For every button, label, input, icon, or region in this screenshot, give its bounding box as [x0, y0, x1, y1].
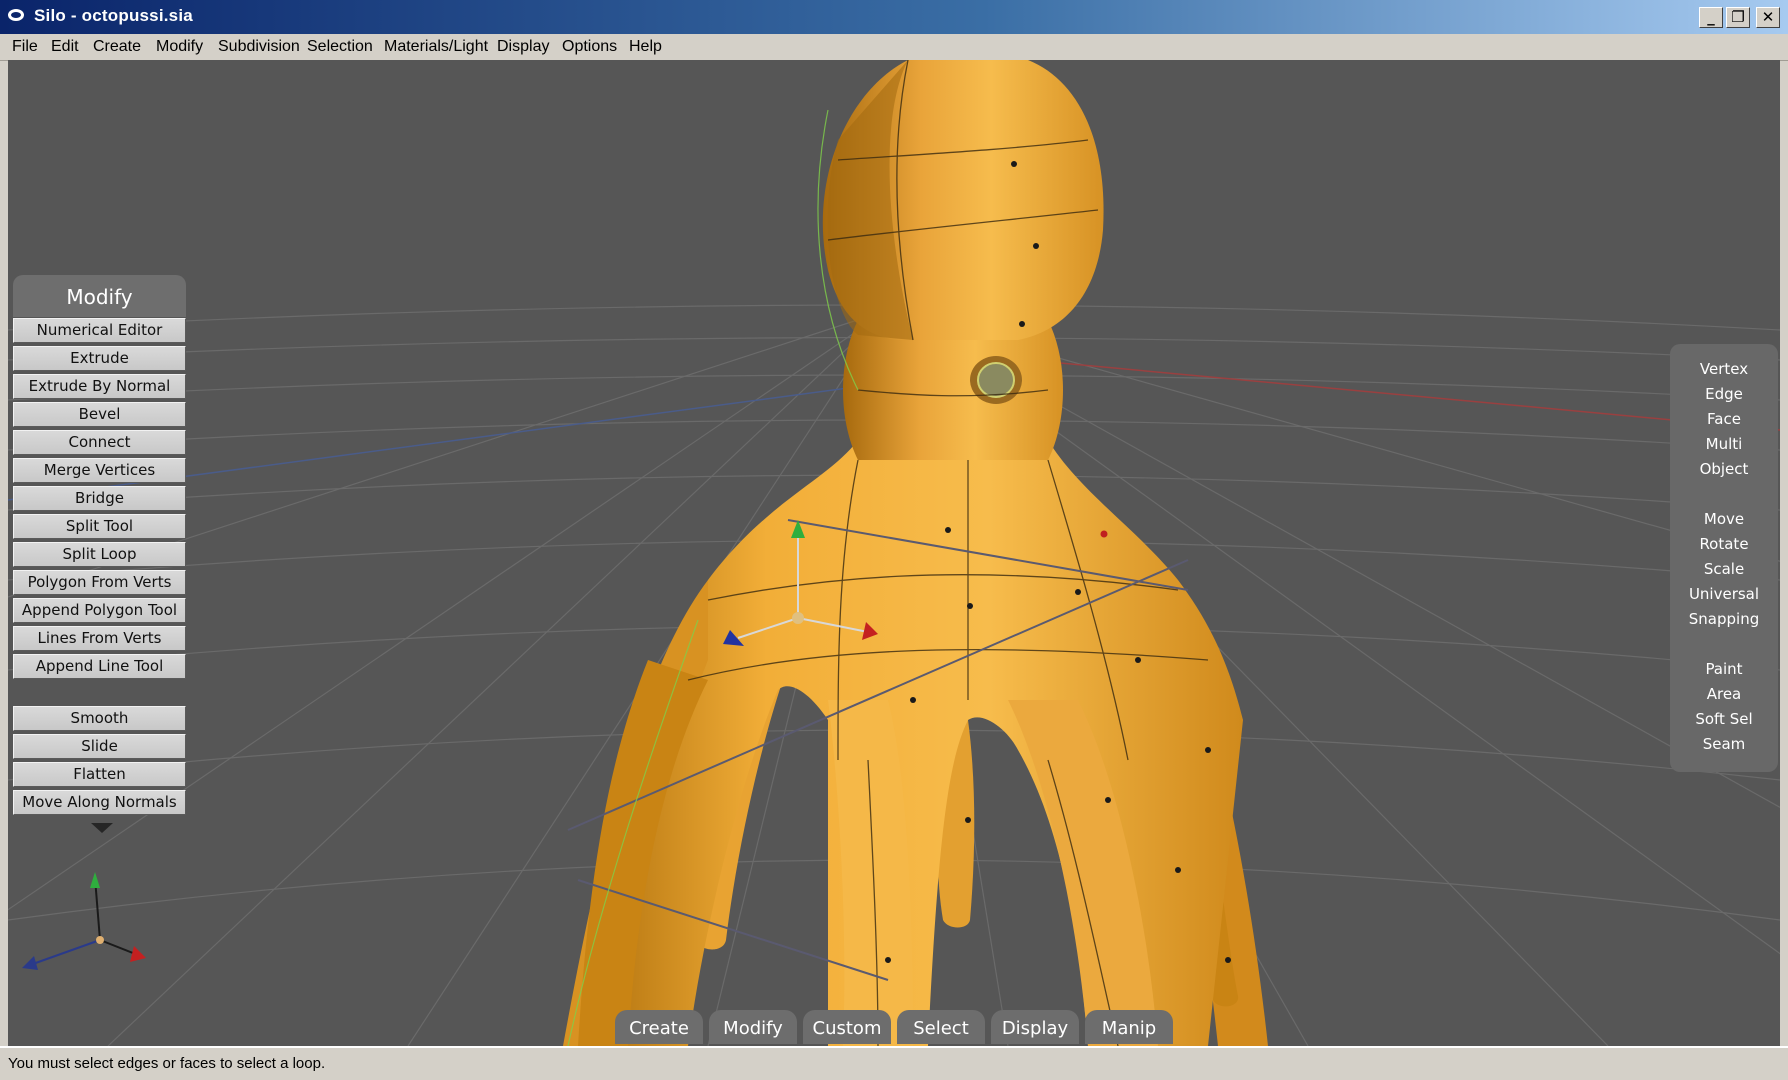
lines-from-verts-button[interactable]: Lines From Verts	[13, 626, 186, 651]
tab-modify[interactable]: Modify	[709, 1010, 797, 1044]
split-loop-button[interactable]: Split Loop	[13, 542, 186, 567]
paint-button[interactable]: Paint	[1670, 660, 1778, 678]
connect-button[interactable]: Connect	[13, 430, 186, 455]
snapping-button[interactable]: Snapping	[1670, 610, 1778, 628]
viewport-scene	[8, 60, 1780, 1046]
modify-panel: Modify Numerical Editor Extrude Extrude …	[13, 275, 186, 833]
window-title: Silo - octopussi.sia	[34, 6, 193, 25]
append-line-tool-button[interactable]: Append Line Tool	[13, 654, 186, 679]
menu-help[interactable]: Help	[629, 38, 662, 56]
selection-panel: Vertex Edge Face Multi Object Move Rotat…	[1670, 344, 1778, 772]
3d-viewport[interactable]	[8, 60, 1780, 1046]
flatten-button[interactable]: Flatten	[13, 762, 186, 787]
status-message: You must select edges or faces to select…	[8, 1055, 326, 1072]
move-button[interactable]: Move	[1670, 510, 1778, 528]
seam-button[interactable]: Seam	[1670, 735, 1778, 753]
edge-mode-button[interactable]: Edge	[1670, 385, 1778, 403]
face-mode-button[interactable]: Face	[1670, 410, 1778, 428]
menu-display[interactable]: Display	[497, 38, 549, 56]
merge-vertices-button[interactable]: Merge Vertices	[13, 458, 186, 483]
x-axis-line	[1027, 359, 1780, 431]
slide-button[interactable]: Slide	[13, 734, 186, 759]
split-tool-button[interactable]: Split Tool	[13, 514, 186, 539]
object-mode-button[interactable]: Object	[1670, 460, 1778, 478]
menu-edit[interactable]: Edit	[51, 38, 79, 56]
polygon-from-verts-button[interactable]: Polygon From Verts	[13, 570, 186, 595]
menu-materials-light[interactable]: Materials/Light	[384, 38, 488, 56]
orientation-gizmo	[22, 872, 146, 970]
numerical-editor-button[interactable]: Numerical Editor	[13, 318, 186, 343]
menu-bar: File Edit Create Modify Subdivision Sele…	[0, 34, 1788, 61]
scale-button[interactable]: Scale	[1670, 560, 1778, 578]
multi-mode-button[interactable]: Multi	[1670, 435, 1778, 453]
menu-subdivision[interactable]: Subdivision	[218, 38, 300, 56]
vertex-mode-button[interactable]: Vertex	[1670, 360, 1778, 378]
status-bar: You must select edges or faces to select…	[0, 1046, 1788, 1080]
smooth-button[interactable]: Smooth	[13, 706, 186, 731]
more-tools-arrow-icon[interactable]	[91, 823, 113, 833]
tab-display[interactable]: Display	[991, 1010, 1079, 1044]
move-along-normals-button[interactable]: Move Along Normals	[13, 790, 186, 815]
area-button[interactable]: Area	[1670, 685, 1778, 703]
rotate-button[interactable]: Rotate	[1670, 535, 1778, 553]
tab-select[interactable]: Select	[897, 1010, 985, 1044]
append-polygon-tool-button[interactable]: Append Polygon Tool	[13, 598, 186, 623]
tab-custom[interactable]: Custom	[803, 1010, 891, 1044]
menu-modify[interactable]: Modify	[156, 38, 203, 56]
window-controls: _ ❐ ✕	[1699, 7, 1780, 28]
octopus-model[interactable]	[563, 60, 1268, 1046]
soft-sel-button[interactable]: Soft Sel	[1670, 710, 1778, 728]
modify-panel-title: Modify	[13, 275, 186, 317]
tab-create[interactable]: Create	[615, 1010, 703, 1044]
extrude-button[interactable]: Extrude	[13, 346, 186, 371]
silo-logo-icon	[8, 9, 24, 21]
menu-create[interactable]: Create	[93, 38, 141, 56]
close-button[interactable]: ✕	[1756, 7, 1780, 28]
tab-manip[interactable]: Manip	[1085, 1010, 1173, 1044]
title-bar: Silo - octopussi.sia _ ❐ ✕	[0, 0, 1788, 34]
menu-file[interactable]: File	[12, 38, 38, 56]
restore-button[interactable]: ❐	[1726, 7, 1750, 28]
bridge-button[interactable]: Bridge	[13, 486, 186, 511]
menu-selection[interactable]: Selection	[307, 38, 373, 56]
extrude-by-normal-button[interactable]: Extrude By Normal	[13, 374, 186, 399]
minimize-button[interactable]: _	[1699, 7, 1723, 28]
universal-button[interactable]: Universal	[1670, 585, 1778, 603]
bevel-button[interactable]: Bevel	[13, 402, 186, 427]
menu-options[interactable]: Options	[562, 38, 617, 56]
